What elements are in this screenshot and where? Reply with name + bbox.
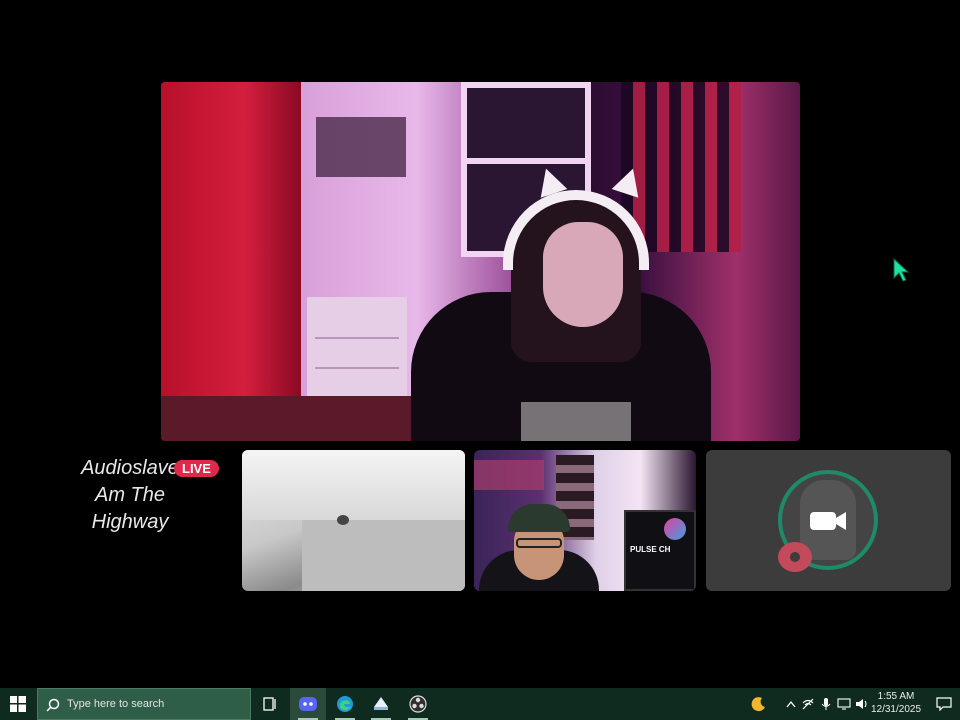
guest-camera-tile-2: PULSE CH	[474, 450, 696, 591]
taskbar-app-steam[interactable]	[363, 688, 399, 720]
search-icon	[46, 698, 60, 712]
moon-icon	[751, 697, 765, 712]
tray-microphone[interactable]	[818, 688, 834, 720]
edge-icon	[337, 696, 353, 712]
task-view-icon	[263, 697, 276, 711]
taskbar-app-obs[interactable]	[400, 688, 436, 720]
guest-camera-tile-1	[242, 450, 465, 591]
taskbar-search-box[interactable]: Type here to search	[37, 688, 251, 720]
shirt-print	[521, 402, 631, 441]
live-badge: LIVE	[174, 460, 219, 477]
now-playing-title-line1: Am The	[94, 484, 166, 506]
task-view-button[interactable]	[252, 688, 288, 720]
dresser	[307, 297, 407, 397]
chevron-up-icon	[786, 700, 796, 708]
clock-date: 12/31/2025	[870, 704, 922, 715]
obs-icon	[409, 695, 427, 713]
show-hidden-icons[interactable]	[784, 688, 798, 720]
display-icon	[837, 698, 851, 710]
monitor-text: PULSE CH	[630, 545, 671, 554]
mouse-cursor-icon	[893, 258, 909, 282]
microphone-icon	[821, 698, 831, 710]
notification-icon	[936, 697, 952, 711]
main-camera-feed	[161, 82, 800, 441]
background-door	[161, 82, 301, 402]
wall	[302, 520, 465, 591]
windows-taskbar: Type here to search 1:55 AM 12/31/2025	[0, 688, 960, 720]
start-button[interactable]	[0, 688, 36, 720]
monitor-logo	[664, 518, 686, 540]
background-shelf	[474, 460, 544, 490]
windows-logo-icon	[10, 696, 26, 712]
notification-center-button[interactable]	[928, 688, 960, 720]
stream-canvas: Audioslave Am The Highway LIVE PULSE CH	[0, 0, 960, 688]
discord-icon	[299, 697, 317, 711]
ceiling	[242, 450, 465, 520]
now-playing-title-line2: Highway	[91, 511, 169, 533]
tray-display[interactable]	[836, 688, 852, 720]
guest-glasses	[516, 538, 562, 548]
night-light-tray[interactable]	[748, 688, 770, 720]
wall-photos	[316, 117, 406, 177]
video-camera-icon	[810, 512, 846, 530]
taskbar-app-edge[interactable]	[327, 688, 363, 720]
donut-sticker	[778, 542, 812, 572]
taskbar-app-discord[interactable]	[290, 688, 326, 720]
volume-icon	[856, 699, 867, 709]
search-placeholder: Type here to search	[67, 698, 165, 710]
clock-time: 1:55 AM	[877, 691, 915, 702]
tray-network[interactable]	[800, 688, 816, 720]
floor	[161, 396, 421, 441]
ceiling-light	[337, 515, 349, 525]
steam-icon	[374, 697, 388, 710]
taskbar-clock[interactable]: 1:55 AM 12/31/2025	[868, 690, 924, 716]
network-icon	[802, 698, 814, 710]
